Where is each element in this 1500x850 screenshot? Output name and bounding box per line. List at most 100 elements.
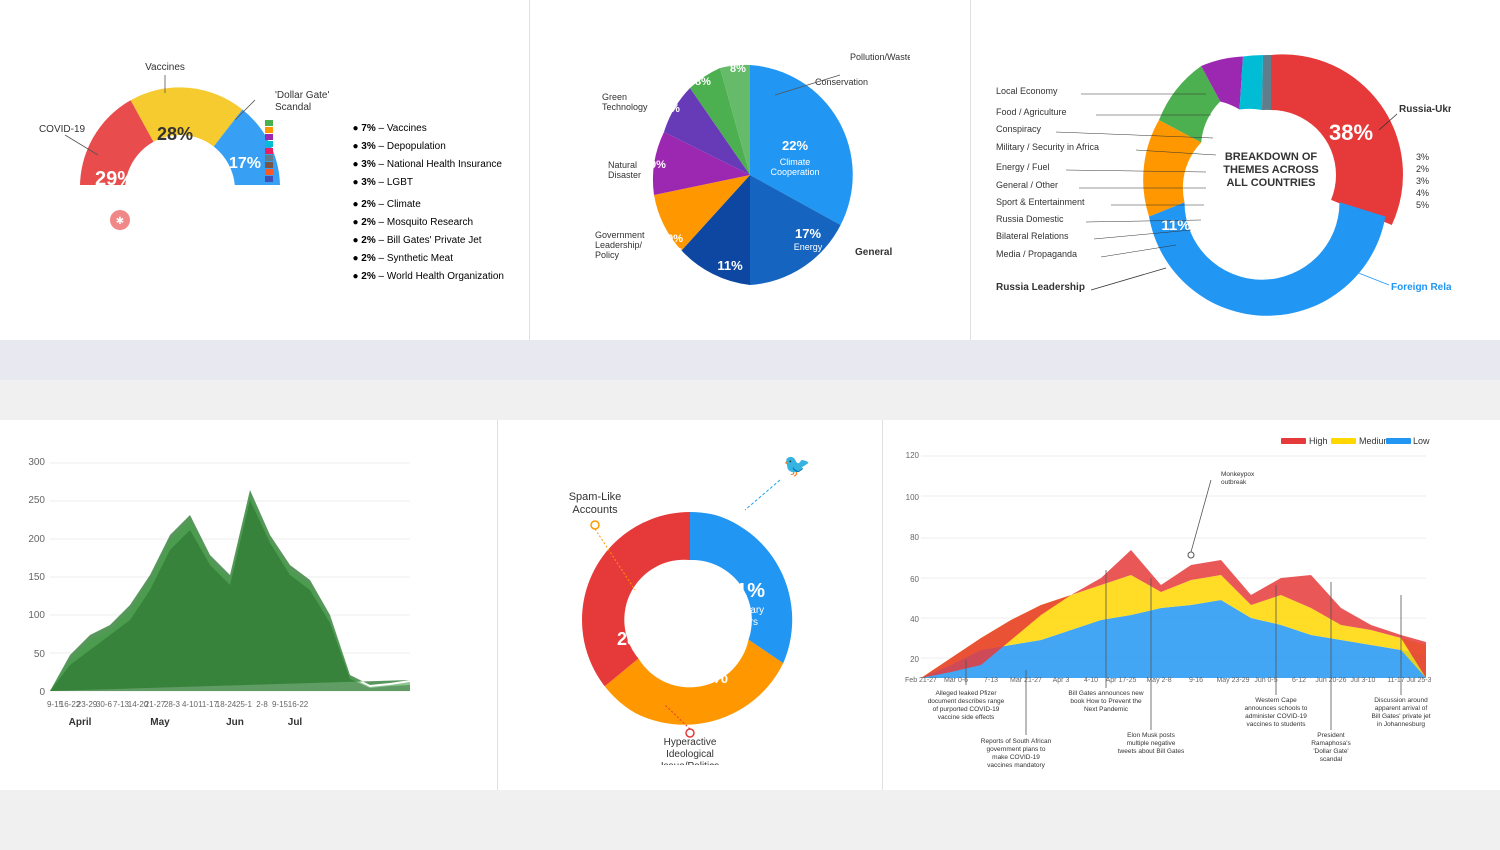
- area-chart-panel: 300 250 200 150 100 50 0: [0, 420, 498, 790]
- general-lbl: General: [855, 247, 892, 258]
- y-120: 120: [905, 451, 919, 460]
- may-lbl: May: [150, 717, 170, 728]
- dollar-gate-label: 'Dollar Gate': [275, 90, 329, 101]
- anno-jet3: Bill Gates' private jet: [1371, 713, 1430, 720]
- anno-sa1: Reports of South African: [981, 738, 1052, 745]
- energy-pct: 17%: [795, 226, 821, 241]
- half-donut-svg: 29% 28% 17% COVID-19 Vaccines 'Dollar Ga…: [20, 20, 340, 240]
- military-lbl: Military / Security in Africa: [996, 142, 1099, 152]
- x-apr410: 4-10: [1084, 677, 1098, 684]
- breakdown-title2: THEMES ACROSS: [1223, 164, 1319, 176]
- anno-pfizer4: vaccine side effects: [938, 714, 995, 721]
- covid-label: COVID-19: [39, 124, 86, 135]
- y-60: 60: [910, 575, 919, 584]
- anno-dg1: President: [1317, 732, 1345, 739]
- x-jun2026: Jun 20-26: [1315, 677, 1346, 684]
- foreign-rel-lbl: Foreign Relations: [1391, 282, 1451, 293]
- anno-mpox2: outbreak: [1221, 479, 1247, 486]
- pct-5: 5%: [1416, 200, 1429, 210]
- x-mar713: 7-13: [984, 677, 998, 684]
- food-lbl: Food &: [657, 247, 683, 256]
- breakdown-donut-container: BREAKDOWN OF THEMES ACROSS ALL COUNTRIES…: [991, 20, 1480, 320]
- x-jul2531: Jul 25-31: [1406, 677, 1430, 684]
- local-econ-lbl: Local Economy: [996, 86, 1058, 96]
- twitter-pie-svg: 🐦: [535, 445, 845, 765]
- anno-pfizer3: of purported COVID-19: [932, 706, 999, 713]
- twitter-pie-panel: 🐦: [498, 420, 883, 790]
- pct-2a: 2%: [1416, 164, 1429, 174]
- x-915b: 9-15: [272, 700, 289, 709]
- legend-climate: ● 2% – Climate: [352, 196, 504, 214]
- climate-pct: 22%: [782, 138, 808, 153]
- anno-sa2: government plans to: [986, 746, 1045, 753]
- gt-pct: 8%: [695, 76, 711, 88]
- spam-outside-lbl: Spam-Like: [569, 491, 622, 503]
- media-prop-lbl: Media / Propaganda: [996, 249, 1077, 259]
- anno-gates2: book How to Prevent the: [1070, 698, 1142, 705]
- green-tech-lbl2: Technology: [602, 102, 648, 112]
- breakdown-title1: BREAKDOWN OF: [1225, 151, 1318, 163]
- covid-percent-label: 29%: [95, 168, 135, 190]
- pct-3a: 3%: [1416, 152, 1429, 162]
- cons-pct: 8%: [730, 63, 746, 75]
- dollar-gate-label2: Scandal: [275, 102, 311, 113]
- x-feb2127: Feb 21-27: [905, 677, 937, 684]
- y-100: 100: [28, 610, 45, 621]
- anno-wc4: vaccines to students: [1246, 721, 1306, 728]
- spam-pct: 31%: [692, 667, 728, 687]
- dollar-percent-label: 17%: [229, 155, 261, 172]
- legend-container: ● 7% – Vaccines ● 3% – Depopulation ● 3%…: [352, 120, 504, 286]
- y-150: 150: [28, 572, 45, 583]
- gov-lbl2: Leadership/: [595, 240, 643, 250]
- russia-lead-lbl: Russia Leadership: [996, 282, 1085, 293]
- twitter-icon: 🐦: [783, 453, 810, 478]
- conservation-lbl: Conservation: [815, 77, 868, 87]
- natural-dis-lbl: Natural: [608, 160, 637, 170]
- pct-4: 4%: [1416, 188, 1429, 198]
- anno-jet4: in Johannesburg: [1377, 721, 1425, 728]
- anno-wc1: Western Cape: [1255, 697, 1297, 704]
- x-may916: 9-16: [1189, 677, 1203, 684]
- anno-jet1: Discussion around: [1374, 697, 1428, 704]
- anno-musk3: tweets about Bill Gates: [1118, 748, 1185, 755]
- anno-dg4: scandal: [1320, 756, 1343, 763]
- area-chart-svg: 300 250 200 150 100 50 0: [15, 435, 415, 735]
- vaccines-percent-label: 28%: [157, 124, 193, 144]
- x-283: 28-3: [164, 700, 181, 709]
- breakdown-donut-svg: BREAKDOWN OF THEMES ACROSS ALL COUNTRIES…: [991, 20, 1451, 330]
- high-legend: High: [1309, 436, 1328, 446]
- legend-who: ● 2% – World Health Organization: [352, 268, 504, 286]
- x-28: 2-8: [256, 700, 268, 709]
- conspiracy-lbl: Conspiracy: [996, 124, 1042, 134]
- anno-gates3: Next Pandemic: [1084, 706, 1129, 713]
- y-80: 80: [910, 533, 919, 542]
- anno-musk1: Elon Musk posts: [1127, 732, 1175, 739]
- hyperactive-pct: 28%: [617, 629, 653, 649]
- hyperactive-outside-lbl3: Issue/Politics: [661, 761, 719, 765]
- x-410: 4-10: [182, 700, 199, 709]
- energy-fuel-lbl: Energy / Fuel: [996, 162, 1050, 172]
- stacked-area-panel: High Medium Low 120 100 80 60 40 20: [883, 420, 1500, 790]
- foreign-rel-pct: 25%: [1263, 244, 1299, 264]
- vaccines-label: Vaccines: [145, 62, 185, 73]
- y-300: 300: [28, 457, 45, 468]
- general-other-lbl: General / Other: [996, 180, 1058, 190]
- x-jun05: Jun 0-5: [1254, 677, 1277, 684]
- twitter-pie-container: 🐦: [518, 440, 862, 770]
- anno-dg3: 'Dollar Gate': [1313, 748, 1348, 755]
- legend-lgbt: ● 3% – LGBT: [352, 174, 504, 192]
- y-20: 20: [910, 655, 919, 664]
- breakdown-title3: ALL COUNTRIES: [1227, 177, 1316, 189]
- x-2329: 23-29: [77, 700, 98, 709]
- sport-ent-lbl: Sport & Entertainment: [996, 197, 1085, 207]
- food-lbl2: Water: [659, 257, 680, 266]
- anno-sa4: vaccines mandatory: [987, 762, 1046, 769]
- x-2127: 21-27: [145, 700, 166, 709]
- ordinary-lbl: Ordinary: [726, 605, 764, 616]
- legend-gates-jet: ● 2% – Bill Gates' Private Jet: [352, 232, 504, 250]
- anno-pfizer1: Alleged leaked Pfizer: [935, 690, 997, 697]
- x-jun612: 6-12: [1292, 677, 1306, 684]
- russia-dom-lbl: Russia Domestic: [996, 214, 1064, 224]
- natural-dis-lbl2: Disaster: [608, 170, 641, 180]
- x-1622b: 16-22: [288, 700, 309, 709]
